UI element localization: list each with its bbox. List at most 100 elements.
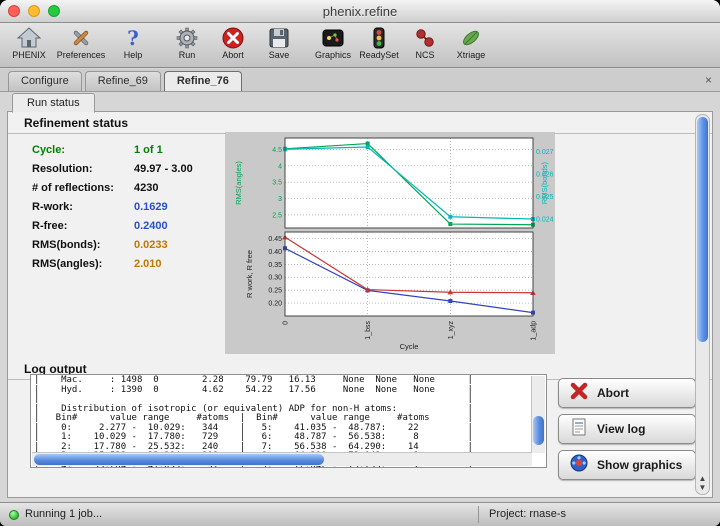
status-bar-divider — [478, 506, 479, 523]
stat-value: 0.2400 — [134, 220, 168, 232]
stat-row-r-free: R-free: 0.2400 — [32, 216, 193, 235]
svg-text:1_bss: 1_bss — [365, 321, 372, 340]
toolbar: PHENIX Preferences ? Help Run Abort Save… — [0, 23, 720, 68]
toolbar-button-phenix[interactable]: PHENIX — [6, 25, 52, 60]
phenix-home-icon — [17, 25, 41, 50]
stat-row-rms-angles: RMS(angles): 2.010 — [32, 254, 193, 273]
stat-label: R-free: — [32, 220, 134, 232]
tab-configure[interactable]: Configure — [8, 71, 82, 91]
tab-close-icon[interactable]: × — [705, 73, 712, 87]
svg-text:0.40: 0.40 — [268, 249, 282, 256]
tab-strip: Configure Refine_69 Refine_76 × — [0, 69, 720, 92]
svg-text:0.027: 0.027 — [536, 149, 554, 156]
svg-text:?: ? — [127, 26, 139, 50]
stat-value: 4230 — [134, 182, 158, 194]
toolbar-label: Help — [124, 50, 143, 60]
tab-refine-76[interactable]: Refine_76 — [164, 71, 242, 91]
svg-text:0.25: 0.25 — [268, 288, 282, 295]
toolbar-button-abort[interactable]: Abort — [210, 25, 256, 60]
toolbar-label: Save — [269, 50, 290, 60]
abort-button-label: Abort — [597, 386, 629, 400]
svg-text:0.024: 0.024 — [536, 217, 554, 224]
toolbar-label: Preferences — [57, 50, 106, 60]
svg-text:0.45: 0.45 — [268, 236, 282, 243]
stat-row-r-work: R-work: 0.1629 — [32, 197, 193, 216]
stat-label: # of reflections: — [32, 182, 134, 194]
status-project-text: Project: rnase-s — [489, 508, 566, 520]
abort-icon — [221, 25, 245, 50]
toolbar-button-run[interactable]: Run — [164, 25, 210, 60]
toolbar-button-xtriage[interactable]: Xtriage — [448, 25, 494, 60]
run-status-panel: Refinement status Cycle: 1 of 1 Resoluti… — [7, 111, 713, 498]
svg-text:3.5: 3.5 — [272, 180, 282, 187]
title-bar: phenix.refine — [0, 0, 720, 23]
refinement-status-heading: Refinement status — [8, 112, 712, 134]
toolbar-button-ncs[interactable]: NCS — [402, 25, 448, 60]
stat-label: R-work: — [32, 201, 134, 213]
svg-text:0.30: 0.30 — [268, 275, 282, 282]
toolbar-label: Abort — [222, 50, 244, 60]
help-icon: ? — [121, 25, 145, 50]
stat-label: RMS(angles): — [32, 258, 134, 270]
ncs-icon — [413, 25, 437, 50]
readyset-icon — [367, 25, 391, 50]
status-bar: Running 1 job... Project: rnase-s — [0, 502, 720, 526]
svg-text:RMS(bonds): RMS(bonds) — [540, 161, 549, 204]
refinement-chart: 2.533.544.50.0240.0250.0260.0270.200.250… — [225, 132, 555, 354]
action-buttons: Abort View log Show graphics — [558, 378, 698, 486]
view-log-button-label: View log — [597, 422, 645, 436]
stat-value: 0.0233 — [134, 239, 168, 251]
log-output-box[interactable]: | Mac. : 1498 0 2.28 79.79 16.13 None No… — [30, 374, 547, 468]
toolbar-label: Graphics — [315, 50, 351, 60]
toolbar-label: Run — [179, 50, 196, 60]
svg-text:0.20: 0.20 — [268, 301, 282, 308]
scroll-arrows[interactable]: ▲▼ — [696, 474, 709, 492]
toolbar-button-help[interactable]: ? Help — [110, 25, 156, 60]
toolbar-button-graphics[interactable]: Graphics — [310, 25, 356, 60]
abort-x-icon — [569, 381, 589, 406]
toolbar-button-readyset[interactable]: ReadySet — [356, 25, 402, 60]
refinement-chart-panel: 2.533.544.50.0240.0250.0260.0270.200.250… — [225, 132, 555, 354]
svg-text:Cycle: Cycle — [400, 342, 419, 351]
toolbar-label: PHENIX — [12, 50, 46, 60]
toolbar-label: Xtriage — [457, 50, 486, 60]
stat-label: Resolution: — [32, 163, 134, 175]
toolbar-button-preferences[interactable]: Preferences — [52, 25, 110, 60]
svg-text:R work, R free: R work, R free — [245, 250, 254, 298]
abort-button[interactable]: Abort — [558, 378, 696, 408]
log-horizontal-scrollbar[interactable] — [32, 452, 532, 466]
window-title: phenix.refine — [0, 4, 720, 19]
stat-label: RMS(bonds): — [32, 239, 134, 251]
tab-run-status[interactable]: Run status — [12, 93, 95, 113]
svg-text:4: 4 — [278, 163, 282, 170]
stat-value: 49.97 - 3.00 — [134, 163, 193, 175]
stat-value: 2.010 — [134, 258, 162, 270]
main-scroll-thumb[interactable] — [697, 117, 708, 342]
stat-row-resolution: Resolution: 49.97 - 3.00 — [32, 159, 193, 178]
svg-text:1_xyz: 1_xyz — [448, 321, 455, 340]
run-icon — [175, 25, 199, 50]
tab-refine-69[interactable]: Refine_69 — [85, 71, 161, 91]
graphics-sphere-icon — [569, 453, 589, 478]
svg-text:RMS(angles): RMS(angles) — [234, 161, 243, 205]
log-horizontal-scroll-thumb[interactable] — [34, 454, 324, 465]
graphics-icon — [321, 25, 345, 50]
stat-value: 1 of 1 — [134, 144, 163, 156]
toolbar-label: NCS — [415, 50, 434, 60]
toolbar-button-save[interactable]: Save — [256, 25, 302, 60]
log-vertical-scroll-thumb[interactable] — [533, 416, 544, 445]
stat-row-rms-bonds: RMS(bonds): 0.0233 — [32, 235, 193, 254]
refinement-stats: Cycle: 1 of 1 Resolution: 49.97 - 3.00 #… — [32, 140, 193, 273]
stat-value: 0.1629 — [134, 201, 168, 213]
status-running-text: Running 1 job... — [25, 508, 102, 520]
running-status-led-icon — [9, 510, 19, 520]
xtriage-icon — [459, 25, 483, 50]
save-icon — [267, 25, 291, 50]
main-vertical-scrollbar[interactable]: ▲▼ — [695, 114, 710, 495]
log-vertical-scrollbar[interactable] — [531, 376, 545, 453]
show-graphics-button-label: Show graphics — [597, 458, 682, 472]
document-icon — [569, 417, 589, 442]
show-graphics-button[interactable]: Show graphics — [558, 450, 696, 480]
svg-text:1_adp: 1_adp — [531, 321, 538, 341]
view-log-button[interactable]: View log — [558, 414, 696, 444]
